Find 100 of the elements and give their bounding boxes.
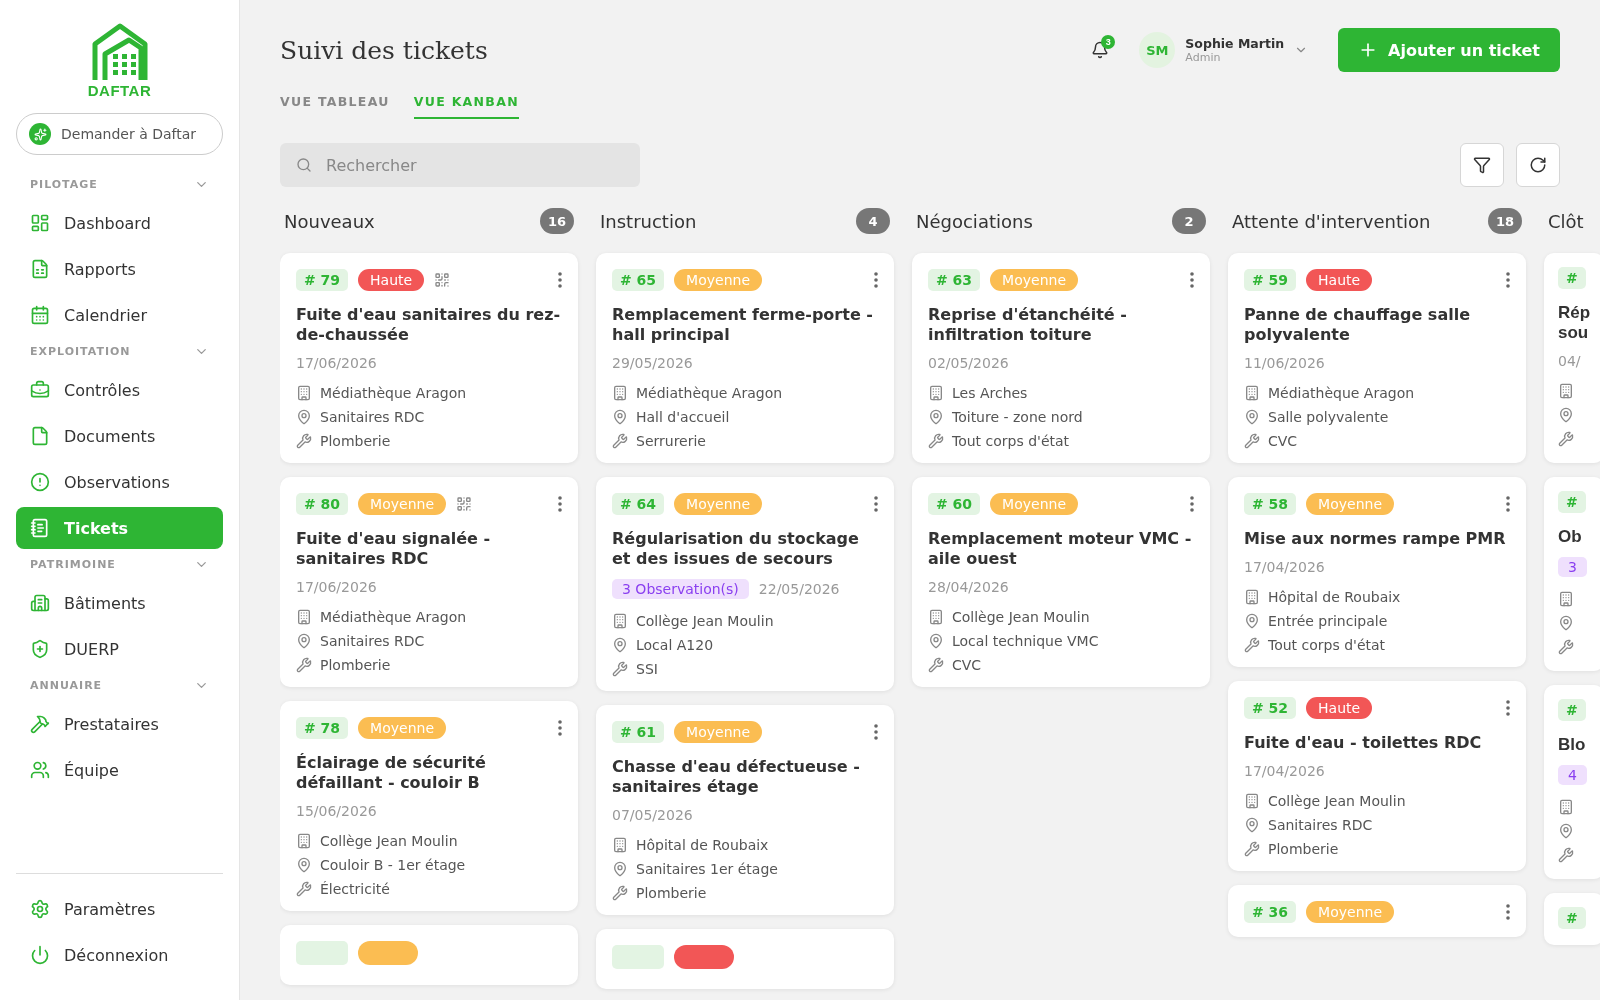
ask-assistant-button[interactable]: Demander à Daftar (16, 113, 223, 155)
filter-button[interactable] (1460, 143, 1504, 187)
map-pin-icon (1558, 615, 1574, 631)
ticket-card[interactable]: # Ob 3 (1544, 477, 1600, 671)
ticket-date: 17/04/2026 (1244, 559, 1325, 575)
ticket-card[interactable]: # 59 Haute Panne de chauffage salle polyvalente 11/06/2026 Médiathèque Aragon Salle polyvalente CVC (1228, 253, 1526, 463)
ticket-card[interactable]: # 65 Moyenne Remplacement ferme-porte - hall principal 29/05/2026 Médiathèque Aragon Hall d'accueil Serrurerie (596, 253, 894, 463)
ticket-date: 22/05/2026 (758, 581, 840, 597)
wrench-icon (612, 885, 628, 901)
filter-icon (1473, 156, 1491, 174)
nav-item[interactable]: Observations (16, 461, 223, 503)
ticket-card[interactable]: # 60 Moyenne Remplacement moteur VMC - aile ouest 28/04/2026 Collège Jean Moulin Local technique VMC CVC (912, 477, 1210, 687)
wrench-icon (296, 657, 312, 673)
calendar-icon (30, 305, 50, 325)
ticket-number: # 65 (612, 269, 665, 291)
kebab-menu-icon (1190, 272, 1194, 288)
ticket-card[interactable]: # Rép sou 04/ (1544, 253, 1600, 463)
ticket-number: # 52 (1244, 697, 1297, 719)
location-name: Local A120 (636, 637, 714, 653)
column-title: Clôt (1548, 210, 1584, 232)
column-count: 2 (1172, 208, 1206, 234)
building-icon (30, 593, 50, 613)
more-options-button[interactable] (558, 496, 562, 512)
ticket-date: 04/ (1558, 353, 1581, 369)
column-count: 4 (856, 208, 890, 234)
nav-item[interactable]: Équipe (16, 749, 223, 791)
refresh-icon (1529, 156, 1547, 174)
trade-name: CVC (1268, 433, 1298, 449)
more-options-button[interactable] (1506, 700, 1510, 716)
building-name: Hôpital de Roubaix (1268, 589, 1401, 605)
building-icon (612, 385, 628, 401)
user-menu-button[interactable]: SM Sophie Martin Admin (1133, 31, 1315, 69)
ticket-date: 28/04/2026 (928, 579, 1009, 595)
ticket-card[interactable]: # 61 Moyenne Chasse d'eau défectueuse - sanitaires étage 07/05/2026 Hôpital de Roubaix Sanitaires 1er étage Plomberie (596, 705, 894, 915)
kebab-menu-icon (1506, 272, 1510, 288)
ticket-card[interactable]: # 63 Moyenne Reprise d'étanchéité - infiltration toiture 02/05/2026 Les Arches Toiture - zone nord Tout corps d'état (912, 253, 1210, 463)
map-pin-icon (928, 633, 944, 649)
ticket-card[interactable]: # 80 Moyenne Fuite d'eau signalée - sanitaires RDC 17/06/2026 Médiathèque Aragon Sanitaires RDC Plomberie (280, 477, 578, 687)
priority-badge: Moyenne (1306, 493, 1394, 515)
ticket-number: # 63 (928, 269, 981, 291)
priority-badge: Moyenne (990, 269, 1078, 291)
trade-name: Serrurerie (636, 433, 706, 449)
more-options-button[interactable] (1506, 904, 1510, 920)
ticket-card[interactable]: # 78 Moyenne Éclairage de sécurité défaillant - couloir B 15/06/2026 Collège Jean Moulin Couloir B - 1er étage Électricité (280, 701, 578, 911)
ticket-title: Remplacement ferme-porte - hall principal (612, 305, 874, 345)
more-options-button[interactable] (558, 272, 562, 288)
kebab-menu-icon (558, 496, 562, 512)
nav-item[interactable]: Paramètres (16, 888, 223, 930)
refresh-button[interactable] (1516, 143, 1560, 187)
user-avatar: SM (1139, 32, 1176, 68)
ticket-date: 17/06/2026 (296, 355, 377, 371)
priority-badge: Moyenne (990, 493, 1078, 515)
ticket-card[interactable]: # 79 Haute Fuite d'eau sanitaires du rez-de-chaussée 17/06/2026 Médiathèque Aragon Sanitaires RDC Plomberie (280, 253, 578, 463)
ticket-card[interactable]: # 52 Haute Fuite d'eau - toilettes RDC 17/04/2026 Collège Jean Moulin Sanitaires RDC Plomberie (1228, 681, 1526, 871)
more-options-button[interactable] (874, 724, 878, 740)
building-icon (612, 837, 628, 853)
nav-item[interactable]: Déconnexion (16, 934, 223, 976)
settings-icon (30, 899, 50, 919)
map-pin-icon (1558, 407, 1574, 423)
nav-item[interactable]: Documents (16, 415, 223, 457)
nav-item[interactable]: Dashboard (16, 202, 223, 244)
dashboard-icon (30, 213, 50, 233)
priority-badge: Moyenne (358, 493, 446, 515)
more-options-button[interactable] (1190, 272, 1194, 288)
more-options-button[interactable] (1190, 496, 1194, 512)
ticket-title: Remplacement moteur VMC - aile ouest (928, 529, 1193, 569)
ticket-card[interactable]: # Blo 4 (1544, 685, 1600, 879)
more-options-button[interactable] (874, 272, 878, 288)
map-pin-icon (1244, 817, 1260, 833)
ticket-card[interactable]: # 64 Moyenne Régularisation du stockage et des issues de secours 3 Observation(s) 22/05/2026 Collège Jean Moulin Local A120 SSI (596, 477, 894, 691)
building-name: Collège Jean Moulin (636, 613, 774, 629)
nav-item[interactable]: Prestataires (16, 703, 223, 745)
nav-item[interactable]: DUERP (16, 628, 223, 670)
nav-item[interactable]: Contrôles (16, 369, 223, 411)
more-options-button[interactable] (1506, 272, 1510, 288)
more-options-button[interactable] (558, 720, 562, 736)
kebab-menu-icon (1506, 700, 1510, 716)
search-input[interactable]: Rechercher (324, 154, 624, 176)
nav-item[interactable]: Bâtiments (16, 582, 223, 624)
trade-name: Tout corps d'état (952, 433, 1070, 449)
observations-badge: 4 (1558, 765, 1587, 785)
ticket-card[interactable]: # 58 Moyenne Mise aux normes rampe PMR 17/04/2026 Hôpital de Roubaix Entrée principale Tout corps d'état (1228, 477, 1526, 667)
wrench-icon (1558, 639, 1574, 655)
nav-item[interactable]: Calendrier (16, 294, 223, 336)
trade-name: Plomberie (320, 433, 391, 449)
priority-badge: Moyenne (674, 721, 762, 743)
ticket-number: # 60 (928, 493, 981, 515)
ticket-card[interactable] (596, 929, 894, 989)
more-options-button[interactable] (1506, 496, 1510, 512)
observations-badge: 3 (1558, 557, 1587, 577)
users-icon (30, 760, 50, 780)
more-options-button[interactable] (874, 496, 878, 512)
priority-badge: Haute (358, 269, 425, 291)
building-name: Médiathèque Aragon (320, 609, 467, 625)
nav-item[interactable]: Rapports (16, 248, 223, 290)
ticket-number: # 58 (1244, 493, 1297, 515)
trade-name: Électricité (320, 881, 390, 897)
section-title: PATRIMOINE (30, 558, 116, 571)
search-field[interactable]: Rechercher (280, 143, 640, 187)
priority-badge: Moyenne (1306, 901, 1394, 923)
